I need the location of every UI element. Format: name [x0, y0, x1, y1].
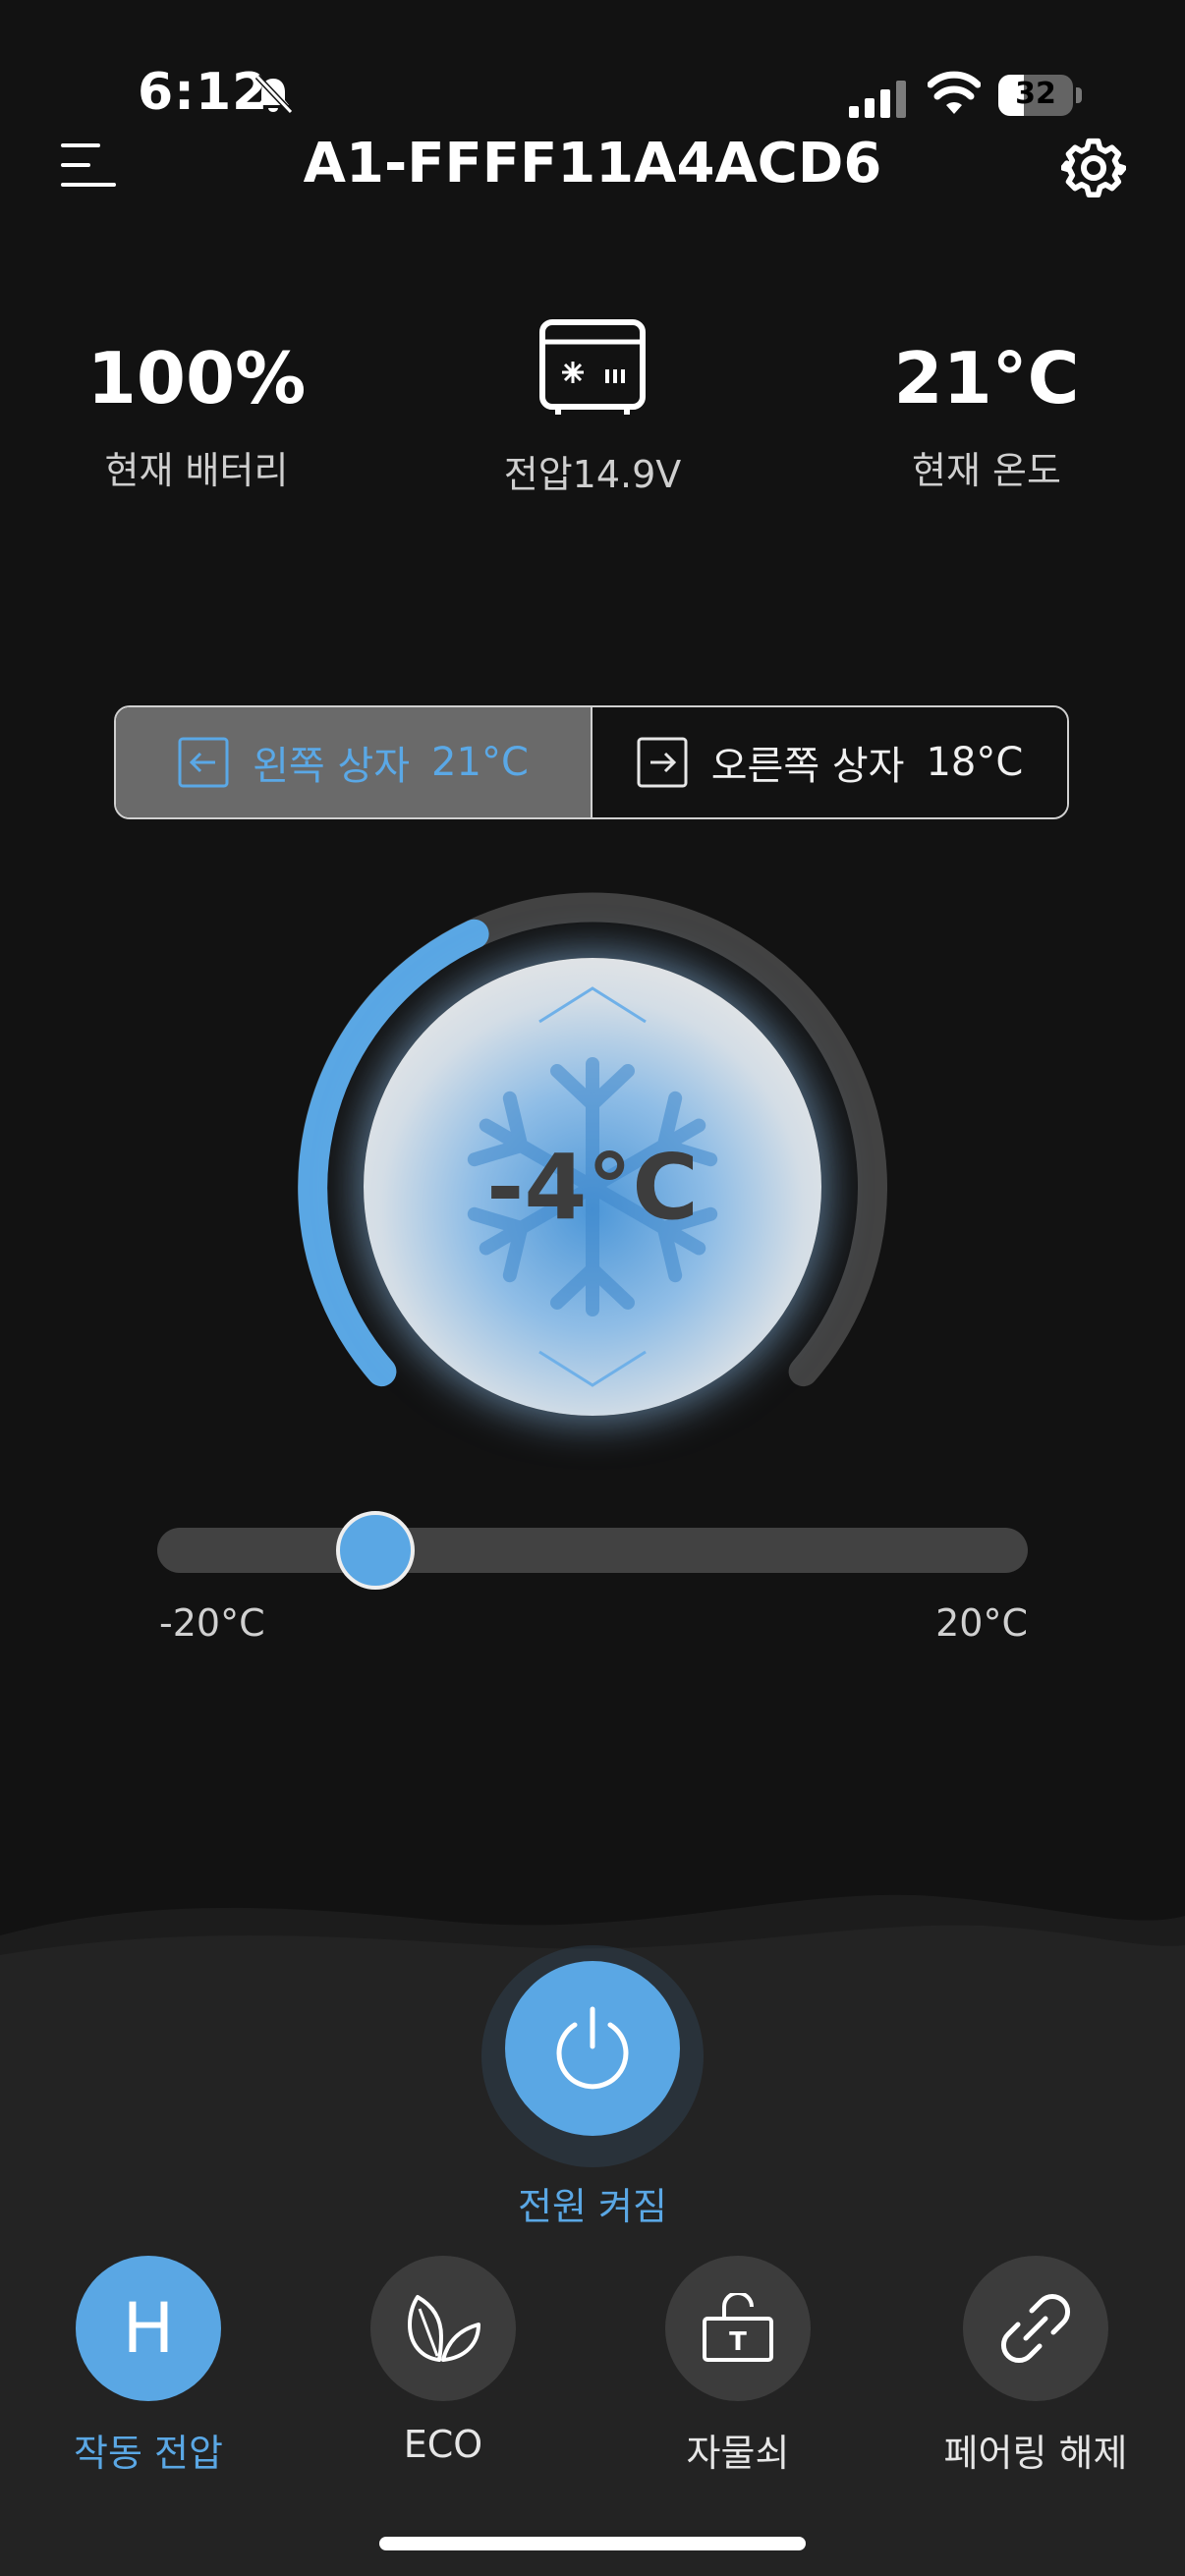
setpoint-temperature: -4°C	[486, 1134, 699, 1240]
svg-text:T: T	[729, 2327, 747, 2357]
battery-value: 100%	[86, 337, 307, 420]
battery-stat: 100% 현재 배터리	[49, 334, 344, 494]
nav-lock-label: 자물쇠	[686, 2432, 790, 2475]
leaf-icon	[370, 2256, 516, 2401]
nav-operating-voltage[interactable]: H 작동 전압	[40, 2256, 256, 2477]
nav-operating-voltage-label: 작동 전압	[74, 2432, 223, 2475]
bell-muted-icon	[254, 74, 294, 115]
cellular-signal-icon	[849, 81, 906, 118]
fridge-icon	[539, 319, 646, 415]
power-icon	[556, 2006, 629, 2090]
left-zone-tab[interactable]: 왼쪽 상자 21°C	[116, 707, 592, 817]
right-zone-tab[interactable]: 오른쪽 상자 18°C	[592, 707, 1067, 817]
slider-max-label: 20°C	[935, 1601, 1028, 1645]
arrow-right-box-icon	[637, 737, 688, 788]
power-status-label: 전원 켜짐	[518, 2185, 667, 2228]
temperature-label: 현재 온도	[912, 449, 1061, 492]
unlink-icon	[963, 2256, 1108, 2401]
temperature-value: 21°C	[893, 337, 1080, 420]
home-indicator[interactable]	[379, 2537, 806, 2550]
gear-icon[interactable]	[1061, 136, 1126, 200]
nav-unpair-label: 페어링 해제	[943, 2432, 1128, 2475]
battery-indicator: 32	[998, 75, 1082, 118]
right-zone-label: 오른쪽 상자	[710, 744, 905, 789]
temperature-dial[interactable]: -4°C	[298, 892, 887, 1482]
nav-eco[interactable]: ECO	[335, 2256, 551, 2466]
slider-min-label: -20°C	[159, 1601, 265, 1645]
status-time: 6:12	[138, 63, 269, 122]
battery-label: 현재 배터리	[104, 449, 289, 492]
arrow-left-box-icon	[178, 737, 229, 788]
device-title: A1-FFFF11A4ACD6	[303, 132, 882, 196]
temperature-slider-track[interactable]	[157, 1528, 1028, 1573]
nav-eco-label: ECO	[403, 2423, 483, 2466]
nav-lock[interactable]: T 자물쇠	[630, 2256, 846, 2477]
battery-level: 32	[1015, 77, 1056, 111]
temp-down-icon[interactable]	[534, 1344, 651, 1393]
left-zone-label: 왼쪽 상자	[253, 744, 411, 789]
wifi-icon	[928, 71, 981, 114]
voltage-reading: 전압14.9V	[503, 453, 682, 496]
right-zone-temp: 18°C	[926, 740, 1024, 785]
temperature-slider-thumb[interactable]	[336, 1511, 416, 1590]
power-button[interactable]	[505, 1961, 680, 2136]
lock-icon: T	[665, 2256, 811, 2401]
zone-selector: 왼쪽 상자 21°C 오른쪽 상자 18°C	[114, 705, 1069, 819]
left-zone-temp: 21°C	[431, 740, 529, 785]
temperature-stat: 21°C 현재 온도	[839, 334, 1134, 494]
h-icon: H	[76, 2256, 221, 2401]
nav-unpair[interactable]: 페어링 해제	[928, 2256, 1144, 2477]
